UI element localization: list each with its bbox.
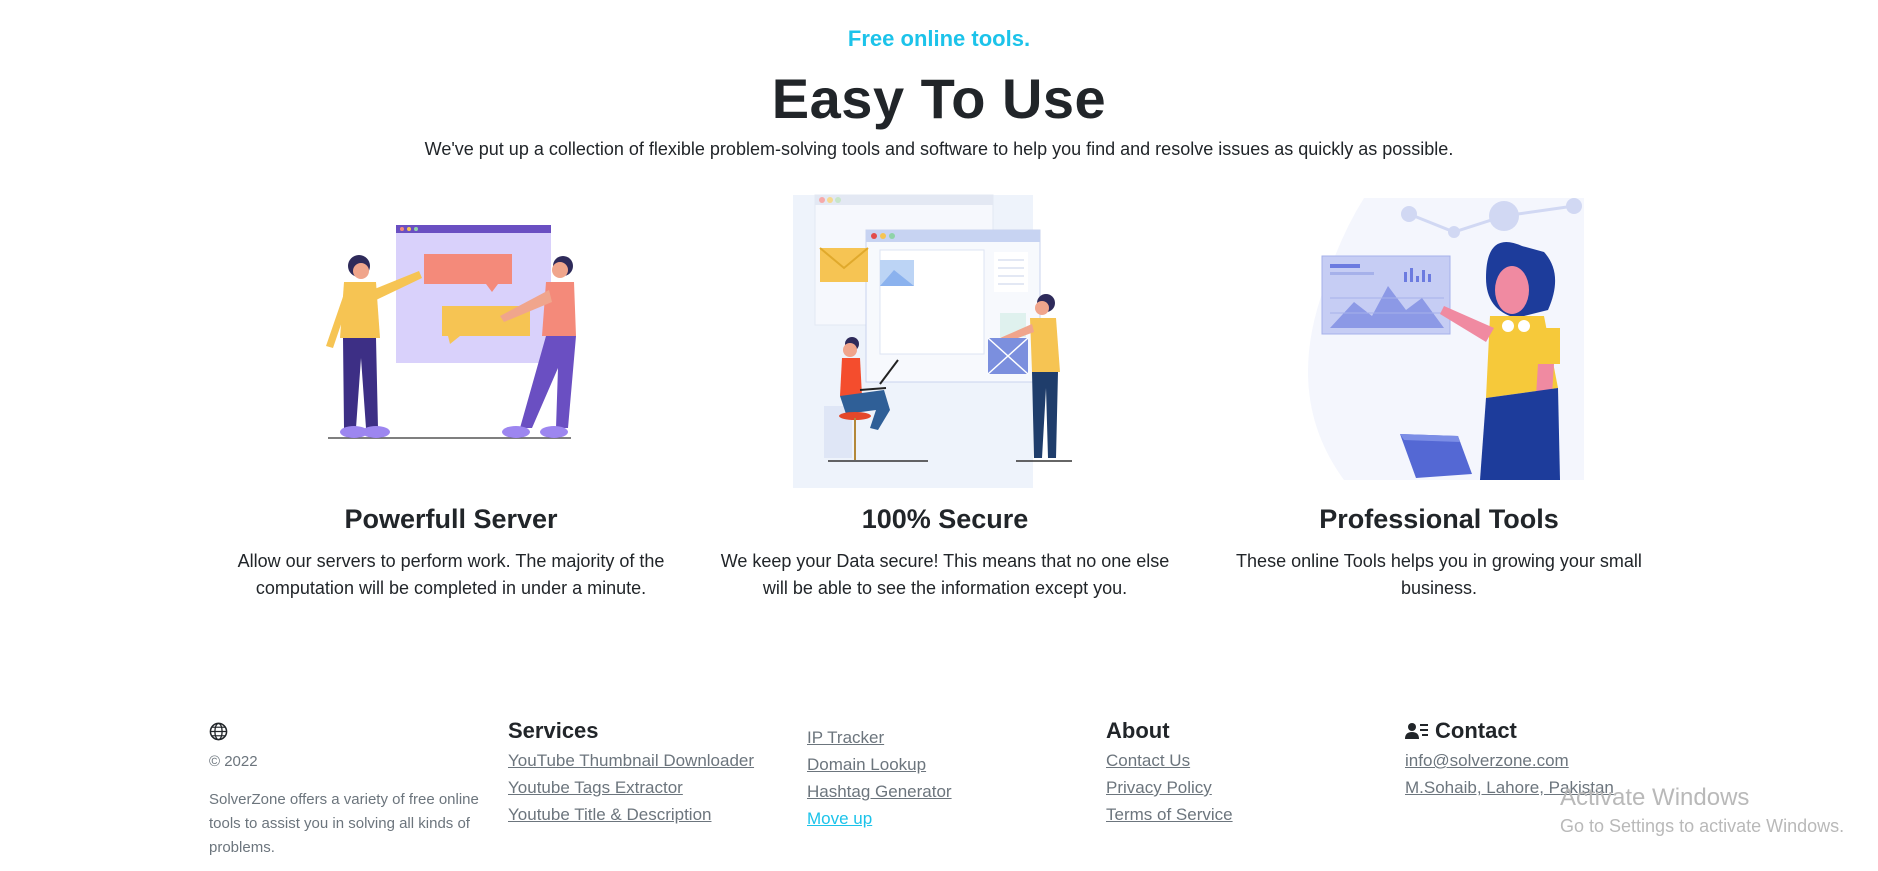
watermark-subtitle: Go to Settings to activate Windows.: [1560, 816, 1845, 836]
footer-link-privacy-policy[interactable]: Privacy Policy: [1106, 774, 1233, 801]
footer-link-hashtag-generator[interactable]: Hashtag Generator: [807, 778, 952, 805]
footer-link-move-up[interactable]: Move up: [807, 805, 952, 832]
footer-link-youtube-tags-extractor[interactable]: Youtube Tags Extractor: [508, 774, 754, 801]
hero-eyebrow: Free online tools.: [847, 26, 1031, 51]
security-illustration: [710, 178, 1180, 490]
feature-powerfull-server: Powerfull Server Allow our servers to pe…: [216, 178, 686, 598]
feature-text: We keep your Data secure! This means tha…: [720, 551, 1170, 598]
analytics-illustration: [1204, 178, 1674, 488]
footer-heading: Services: [508, 718, 599, 743]
hero-lead: We've put up a collection of flexible pr…: [424, 139, 1454, 159]
footer-contact-heading: Contact: [1405, 715, 1614, 747]
feature-text: Allow our servers to perform work. The m…: [237, 551, 665, 598]
footer-link-ip-tracker[interactable]: IP Tracker: [807, 724, 952, 751]
footer-link-terms-of-service[interactable]: Terms of Service: [1106, 801, 1233, 828]
footer-link-contact-us[interactable]: Contact Us: [1106, 747, 1233, 774]
footer-services: Services YouTube Thumbnail Downloader Yo…: [508, 715, 754, 828]
contact-email-link[interactable]: info@solverzone.com: [1405, 747, 1614, 774]
footer-link-domain-lookup[interactable]: Domain Lookup: [807, 751, 952, 778]
footer-heading: About: [1106, 718, 1170, 743]
feature-professional-tools: Professional Tools These online Tools he…: [1204, 178, 1674, 598]
footer-link-youtube-title-description[interactable]: Youtube Title & Description: [508, 801, 754, 828]
footer-about: About Contact Us Privacy Policy Terms of…: [1106, 715, 1233, 828]
footer-more-tools: IP Tracker Domain Lookup Hashtag Generat…: [807, 724, 952, 832]
footer-about-text: SolverZone offers a variety of free onli…: [209, 791, 479, 856]
windows-activation-watermark: Activate Windows Go to Settings to activ…: [1560, 784, 1844, 837]
feature-secure: 100% Secure We keep your Data secure! Th…: [710, 178, 1180, 598]
copyright-text: © 2022: [209, 753, 258, 770]
watermark-title: Activate Windows: [1560, 784, 1750, 811]
feature-title: Powerfull Server: [344, 504, 558, 534]
feature-title: 100% Secure: [861, 504, 1029, 534]
footer-link-youtube-thumbnail-downloader[interactable]: YouTube Thumbnail Downloader: [508, 747, 754, 774]
footer-heading: Contact: [1435, 718, 1517, 743]
teamwork-illustration: [216, 178, 686, 488]
feature-title: Professional Tools: [1319, 504, 1559, 534]
contact-card-icon: [1405, 723, 1428, 739]
footer-brand: © 2022 SolverZone offers a variety of fr…: [209, 715, 499, 860]
globe-icon: [209, 715, 499, 747]
feature-text: These online Tools helps you in growing …: [1236, 551, 1642, 598]
page-title: Easy To Use: [771, 67, 1107, 130]
